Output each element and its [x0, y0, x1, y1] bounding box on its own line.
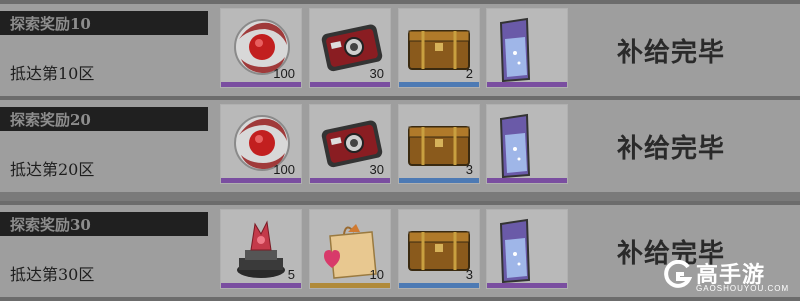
item-quantity: 100: [273, 66, 295, 81]
reward-item[interactable]: 5: [220, 209, 302, 289]
rarity-bar: [399, 283, 479, 288]
reward-item[interactable]: 3: [398, 209, 480, 289]
reward-item[interactable]: 30: [309, 104, 391, 184]
rarity-bar: [399, 178, 479, 183]
potion-jar-icon: [499, 218, 531, 284]
rarity-bar: [221, 283, 301, 288]
watermark-logo: 高手游 GAOSHOUYOU.COM: [662, 257, 790, 297]
rarity-bar: [487, 82, 567, 87]
reward-header: 探索奖励10: [0, 11, 208, 35]
rarity-bar: [310, 178, 390, 183]
reward-item[interactable]: 2: [398, 8, 480, 88]
reward-requirement: 抵达第20区: [10, 160, 95, 179]
reward-row-10: 探索奖励10 抵达第10区 100 30 2 补给完毕: [0, 4, 800, 96]
item-quantity: 30: [369, 66, 384, 81]
reward-item[interactable]: 100: [220, 8, 302, 88]
reward-item[interactable]: [486, 8, 568, 88]
rarity-bar: [221, 178, 301, 183]
item-quantity: 2: [465, 66, 473, 81]
row-separator: [0, 297, 800, 301]
rarity-bar: [487, 283, 567, 288]
potion-jar-icon: [499, 113, 531, 179]
g-logo-icon: [664, 259, 692, 288]
status-label: 补给完毕: [617, 38, 726, 68]
reward-item[interactable]: 3: [398, 104, 480, 184]
reward-header: 探索奖励30: [0, 212, 208, 236]
item-quantity: 10: [369, 267, 384, 282]
rarity-bar: [221, 82, 301, 87]
rarity-bar: [487, 178, 567, 183]
rarity-bar: [399, 82, 479, 87]
reward-header-label: 探索奖励30: [10, 216, 91, 234]
item-quantity: 5: [287, 267, 295, 282]
reward-requirement: 抵达第30区: [10, 265, 95, 284]
reward-item[interactable]: [486, 209, 568, 289]
reward-row-20: 探索奖励20 抵达第20区 100 30 3 补给完毕: [0, 100, 800, 192]
item-quantity: 3: [465, 267, 473, 282]
item-quantity: 100: [273, 162, 295, 177]
reward-item[interactable]: 100: [220, 104, 302, 184]
item-quantity: 30: [369, 162, 384, 177]
reward-item[interactable]: 30: [309, 8, 391, 88]
reward-requirement: 抵达第10区: [10, 64, 95, 83]
reward-item[interactable]: [486, 104, 568, 184]
reward-header: 探索奖励20: [0, 107, 208, 131]
watermark-url: GAOSHOUYOU.COM: [696, 284, 790, 293]
item-quantity: 3: [465, 162, 473, 177]
rarity-bar: [310, 82, 390, 87]
reward-header-label: 探索奖励10: [10, 15, 91, 33]
reward-item[interactable]: 10: [309, 209, 391, 289]
potion-jar-icon: [499, 17, 531, 83]
rarity-bar: [310, 283, 390, 288]
status-label: 补给完毕: [617, 134, 726, 164]
reward-header-label: 探索奖励20: [10, 111, 91, 129]
